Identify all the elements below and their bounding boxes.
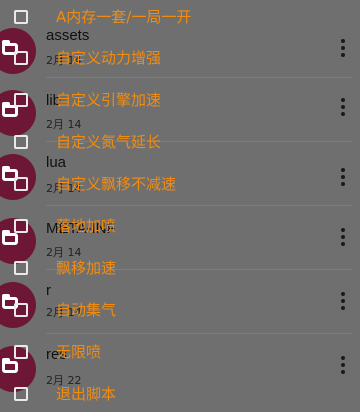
menu-item-label: 自定义引擎加速: [56, 91, 162, 109]
menu-item-infinite-boost[interactable]: 无限喷: [14, 342, 214, 364]
menu-item-label: 自动集气: [56, 301, 117, 319]
menu-item-engine-accel[interactable]: 自定义引擎加速: [14, 90, 214, 112]
checkbox[interactable]: [14, 219, 28, 233]
menu-item-memory-preset[interactable]: A内存一套/一局一开: [14, 7, 214, 29]
menu-item-label: 自定义氮气延长: [56, 133, 162, 151]
menu-item-exit-script[interactable]: 退出脚本: [14, 384, 214, 406]
cheat-menu: A内存一套/一局一开 自定义动力增强 自定义引擎加速 自定义氮气延长 自定义飘移…: [0, 0, 360, 412]
checkbox[interactable]: [14, 345, 28, 359]
menu-item-auto-charge[interactable]: 自动集气: [14, 300, 214, 322]
checkbox[interactable]: [14, 387, 28, 401]
menu-item-label: 退出脚本: [56, 385, 117, 403]
checkbox[interactable]: [14, 177, 28, 191]
checkbox[interactable]: [14, 261, 28, 275]
menu-item-nitro-extend[interactable]: 自定义氮气延长: [14, 132, 214, 154]
menu-item-label: 自定义动力增强: [56, 49, 162, 67]
menu-item-drift-accel[interactable]: 飘移加速: [14, 258, 214, 280]
checkbox[interactable]: [14, 135, 28, 149]
menu-item-label: A内存一套/一局一开: [56, 8, 192, 26]
checkbox[interactable]: [14, 10, 28, 24]
menu-item-label: 飘移加速: [56, 259, 117, 277]
menu-item-label: 落地加喷: [56, 217, 117, 235]
checkbox[interactable]: [14, 51, 28, 65]
menu-item-landing-boost[interactable]: 落地加喷: [14, 216, 214, 238]
menu-item-label: 自定义飘移不减速: [56, 175, 177, 193]
menu-item-label: 无限喷: [56, 343, 102, 361]
checkbox[interactable]: [14, 93, 28, 107]
menu-item-power-boost[interactable]: 自定义动力增强: [14, 48, 214, 70]
checkbox[interactable]: [14, 303, 28, 317]
menu-item-drift-no-slow[interactable]: 自定义飘移不减速: [14, 174, 214, 196]
